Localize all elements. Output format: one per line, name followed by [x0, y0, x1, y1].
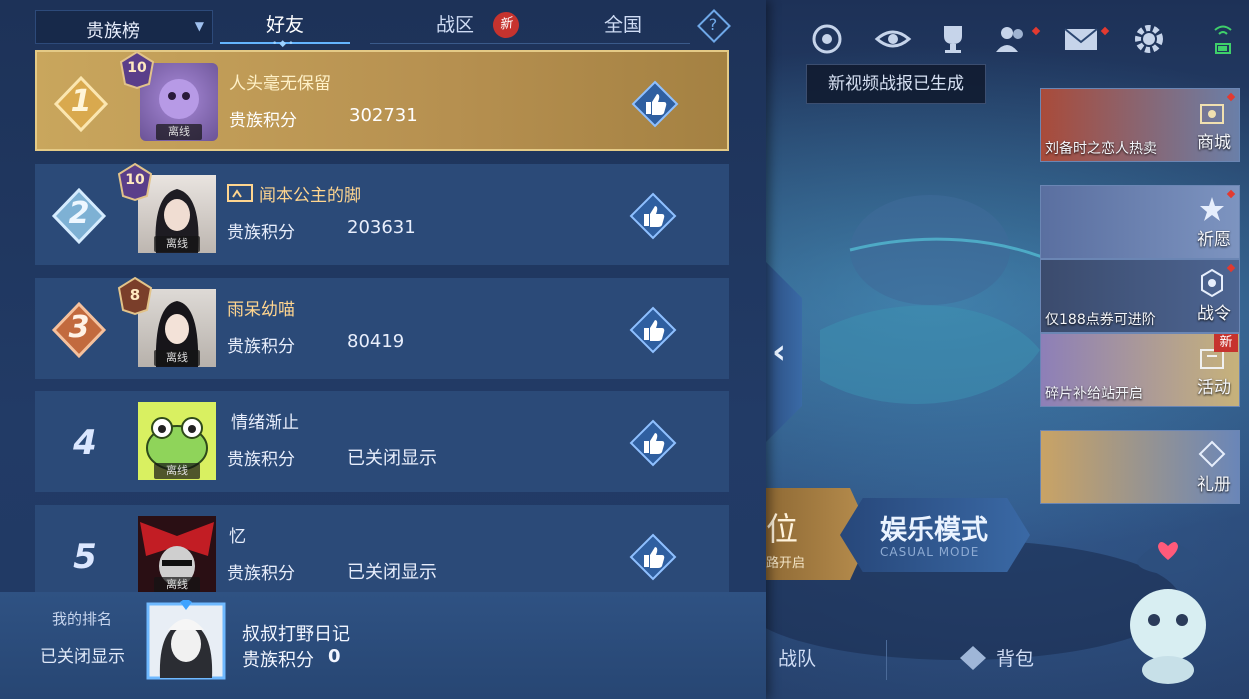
noble-level: 10	[125, 172, 145, 188]
rank-number: 1	[70, 84, 92, 119]
my-rank-label: 我的排名	[52, 610, 113, 628]
ranked-mode-subtitle: 路开启	[766, 556, 806, 571]
ranking-type-dropdown[interactable]: 贵族榜 ▼	[35, 10, 213, 44]
player-name: 忆	[229, 527, 246, 547]
event-new-badge: 新	[1214, 334, 1238, 352]
mail-icon[interactable]	[1062, 20, 1100, 58]
event-caption: 碎片补给站开启	[1045, 386, 1143, 402]
noble-level: 10	[127, 60, 147, 76]
ranked-mode-title: 位	[766, 510, 799, 548]
avatar[interactable]: 离线	[138, 402, 216, 480]
score-label: 贵族积分	[227, 337, 295, 357]
nav-divider	[886, 640, 887, 680]
player-name: 人头毫无保留	[229, 74, 331, 94]
mascot-avatar[interactable]	[1108, 520, 1228, 690]
event-card[interactable]: 碎片补给站开启 活动	[1040, 333, 1240, 407]
thumbs-up-icon[interactable]	[629, 533, 677, 581]
leaderboard-row-1[interactable]: 1 离线 10 人头毫无保留 贵族积分 302731	[35, 50, 729, 151]
battlepass-card[interactable]: 仅188点券可进阶 战令	[1040, 259, 1240, 333]
score-value: 已关闭显示	[347, 448, 437, 469]
trophy-icon[interactable]	[934, 20, 972, 58]
score-label: 贵族积分	[227, 450, 295, 470]
thumbs-up-icon[interactable]	[629, 419, 677, 467]
thumbs-up-icon[interactable]	[629, 306, 677, 354]
battlepass-label: 战令	[1197, 304, 1231, 324]
star-icon	[1200, 197, 1224, 221]
leaderboard-row-3[interactable]: 3 离线 8 雨呆幼喵 贵族积分 80419	[35, 276, 729, 379]
shop-caption: 刘备时之恋人热卖	[1045, 141, 1157, 157]
ranking-type-value: 贵族榜	[86, 21, 140, 42]
avatar[interactable]: 离线	[138, 516, 216, 594]
offline-status: 离线	[156, 124, 202, 140]
score-value: 203631	[347, 217, 416, 238]
title-frame-icon	[227, 184, 253, 202]
player-name: 闻本公主的脚	[259, 186, 361, 206]
casual-mode-title: 娱乐模式	[880, 515, 988, 546]
battlepass-caption: 仅188点券可进阶	[1045, 312, 1156, 328]
rank-number: 2	[68, 196, 90, 231]
my-avatar[interactable]	[146, 600, 226, 680]
wifi-battery-icon	[1214, 25, 1232, 54]
event-label: 活动	[1197, 378, 1231, 398]
rank-number: 3	[68, 310, 90, 345]
score-label: 贵族积分	[229, 111, 297, 131]
my-score-label: 贵族积分	[242, 650, 314, 671]
offline-status: 离线	[154, 350, 200, 366]
my-name: 叔叔打野日记	[242, 624, 350, 645]
offline-status: 离线	[154, 463, 200, 479]
score-label: 贵族积分	[227, 564, 295, 584]
noble-level: 8	[129, 286, 141, 304]
offline-status: 离线	[154, 577, 200, 593]
gear-icon[interactable]	[1130, 20, 1168, 58]
wish-label: 祈愿	[1197, 230, 1231, 250]
gift-book-icon	[1198, 440, 1226, 468]
player-name: 情绪渐止	[231, 413, 299, 433]
tab-national[interactable]: 全国	[580, 10, 666, 44]
tab-war-zone[interactable]: 战区	[420, 10, 490, 44]
leaderboard-panel: 贵族榜 ▼ 好友 •◆• 战区 新 全国 ? 1 离线 10 人头毫无保留 贵族…	[0, 0, 766, 699]
player-name: 雨呆幼喵	[227, 300, 295, 320]
gift-book-label: 礼册	[1197, 475, 1231, 495]
score-value: 已关闭显示	[347, 562, 437, 583]
rank-number: 5	[73, 537, 97, 577]
my-score-value: 0	[328, 646, 341, 667]
rank-number: 4	[73, 423, 97, 463]
gift-book-card[interactable]: 礼册	[1040, 430, 1240, 504]
backpack-nav-button[interactable]: 背包	[996, 644, 1034, 671]
casual-mode-subtitle: CASUAL MODE	[880, 545, 980, 559]
thumbs-up-icon[interactable]	[629, 192, 677, 240]
thumbs-up-icon[interactable]	[631, 80, 679, 128]
friends-icon[interactable]	[992, 20, 1030, 58]
tab-indicator-dots: •◆•	[272, 39, 296, 49]
chevron-down-icon: ▼	[194, 19, 204, 33]
backpack-icon	[960, 646, 986, 670]
battlepass-icon	[1201, 268, 1223, 298]
wish-card[interactable]: 祈愿	[1040, 185, 1240, 259]
score-value: 80419	[347, 331, 405, 352]
shop-label: 商城	[1197, 133, 1231, 153]
leaderboard-row-2[interactable]: 2 离线 10 闻本公主的脚 贵族积分 203631	[35, 162, 729, 265]
leaderboard-row-4[interactable]: 4 离线 情绪渐止 贵族积分 已关闭显示	[35, 391, 729, 492]
chevron-left-icon: ‹	[772, 332, 787, 372]
team-nav-button[interactable]: 战队	[778, 644, 816, 671]
eye-icon[interactable]	[874, 20, 912, 58]
video-report-tooltip[interactable]: 新视频战报已生成	[806, 64, 986, 104]
my-rank-status: 已关闭显示	[40, 647, 125, 667]
my-rank-bar: 我的排名 已关闭显示 叔叔打野日记 贵族积分 0	[0, 592, 766, 699]
offline-status: 离线	[154, 236, 200, 252]
help-label: ?	[708, 15, 718, 34]
score-label: 贵族积分	[227, 223, 295, 243]
leaderboard-row-5[interactable]: 5 离线 忆 贵族积分 已关闭显示	[35, 505, 729, 606]
shop-card[interactable]: 刘备时之恋人热卖 商城	[1040, 88, 1240, 162]
score-value: 302731	[349, 105, 418, 126]
help-icon[interactable]: ?	[699, 11, 727, 39]
war-zone-new-badge: 新	[490, 9, 522, 41]
casual-mode-button[interactable]: 娱乐模式 CASUAL MODE	[840, 498, 1030, 572]
replay-icon[interactable]	[808, 20, 846, 58]
shop-icon	[1200, 104, 1224, 124]
